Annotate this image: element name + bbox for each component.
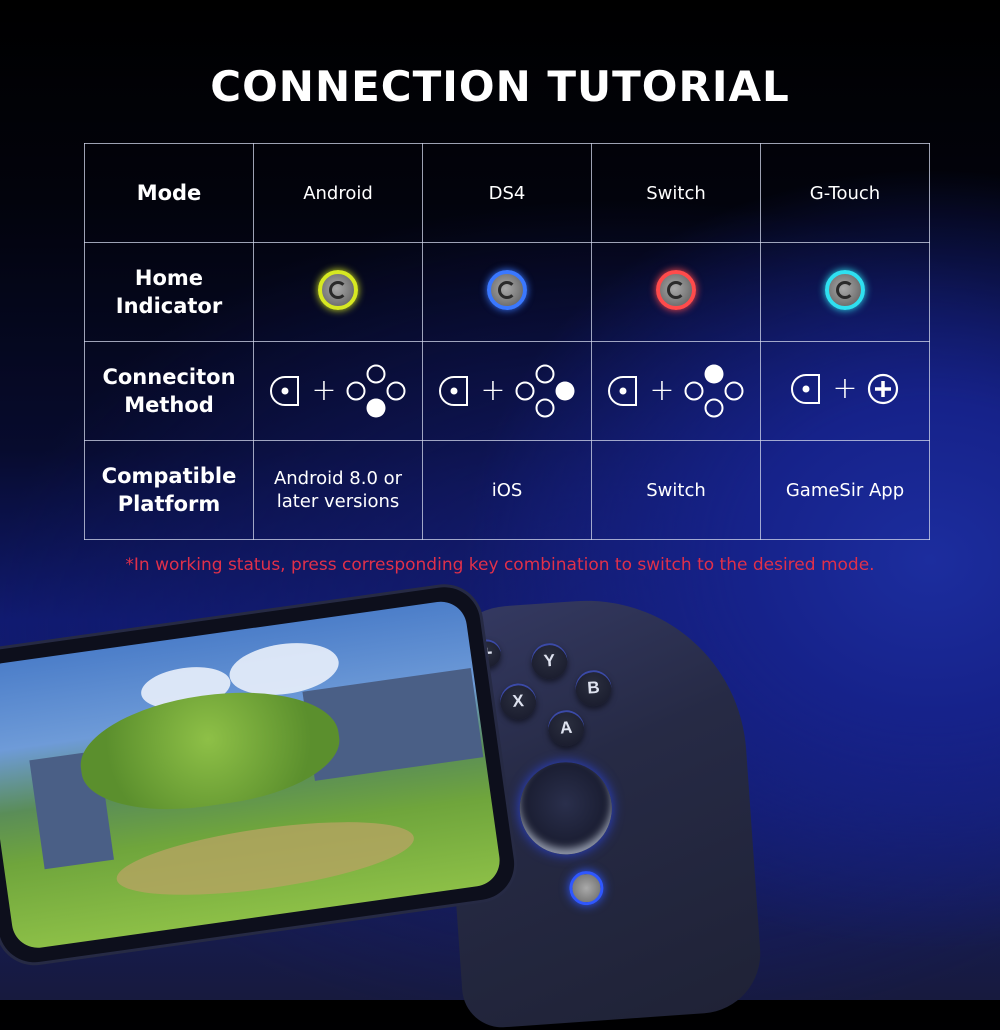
home-indicator-cell: [591, 242, 761, 342]
x-button: X: [499, 682, 538, 721]
home-button-icon: [791, 374, 821, 404]
mode-switch: Switch: [591, 143, 761, 243]
phone-illustration: [0, 582, 519, 967]
row-header-connection-method: Conneciton Method: [84, 341, 254, 441]
row-header-line: Conneciton: [102, 365, 236, 389]
table-row-mode: Mode Android DS4 Switch G-Touch: [84, 143, 930, 243]
connection-method-cell: +: [422, 341, 592, 441]
connection-tutorial-table: Mode Android DS4 Switch G-Touch Home Ind…: [84, 143, 930, 540]
gamesir-logo-icon: [329, 281, 347, 299]
row-header-line: Method: [124, 393, 214, 417]
platform-android: Android 8.0 or later versions: [253, 440, 423, 540]
home-indicator-icon: [656, 270, 696, 310]
connection-method-cell: +: [591, 341, 761, 441]
plus-sign: +: [311, 373, 337, 408]
home-button: [568, 869, 605, 907]
platform-g-touch: GameSir App: [760, 440, 930, 540]
mode-switch-note: *In working status, press corresponding …: [125, 555, 875, 575]
home-button-icon: [270, 376, 300, 406]
page-title: CONNECTION TUTORIAL: [210, 62, 790, 111]
row-header-line: Compatible: [101, 464, 237, 488]
home-button-icon: [439, 376, 469, 406]
home-indicator-cell: [422, 242, 592, 342]
home-button-icon: [608, 376, 638, 406]
home-indicator-cell: [760, 242, 930, 342]
row-header-line: Home: [134, 266, 204, 290]
platform-switch: Switch: [591, 440, 761, 540]
row-header-compatible-platform: Compatible Platform: [84, 440, 254, 540]
home-indicator-icon: [487, 270, 527, 310]
y-button: Y: [530, 641, 569, 681]
row-header-line: Platform: [117, 492, 221, 516]
plus-sign: +: [649, 373, 675, 408]
gamesir-logo-icon: [836, 281, 854, 299]
game-screenshot: [0, 598, 503, 952]
mode-ds4: DS4: [422, 143, 592, 243]
platform-line: Android 8.0 or: [273, 468, 403, 489]
face-buttons-bottom-icon: [346, 364, 406, 418]
row-header-home-indicator: Home Indicator: [84, 242, 254, 342]
mode-android: Android: [253, 143, 423, 243]
gamesir-logo-icon: [667, 281, 685, 299]
row-header-line: Indicator: [115, 294, 223, 318]
table-row-home-indicator: Home Indicator: [84, 242, 930, 342]
home-indicator-cell: [253, 242, 423, 342]
row-header-mode: Mode: [84, 143, 254, 243]
table-row-connection-method: Conneciton Method + + + +: [84, 341, 930, 441]
home-indicator-icon: [318, 270, 358, 310]
face-buttons-top-icon: [684, 364, 744, 418]
a-button: A: [546, 708, 586, 748]
platform-line: later versions: [276, 491, 400, 512]
home-indicator-icon: [825, 270, 865, 310]
connection-method-cell: +: [760, 341, 930, 441]
face-buttons-right-icon: [515, 364, 575, 418]
table-row-compatible-platform: Compatible Platform Android 8.0 or later…: [84, 440, 930, 540]
dirt-path: [112, 807, 419, 910]
thumbstick: [516, 759, 615, 858]
connection-method-cell: +: [253, 341, 423, 441]
mode-g-touch: G-Touch: [760, 143, 930, 243]
gamesir-logo-icon: [498, 281, 516, 299]
b-button: B: [574, 668, 613, 708]
plus-sign: +: [480, 373, 506, 408]
plus-button-icon: [867, 373, 898, 405]
plus-sign: +: [832, 371, 858, 406]
platform-ds4: iOS: [422, 440, 592, 540]
